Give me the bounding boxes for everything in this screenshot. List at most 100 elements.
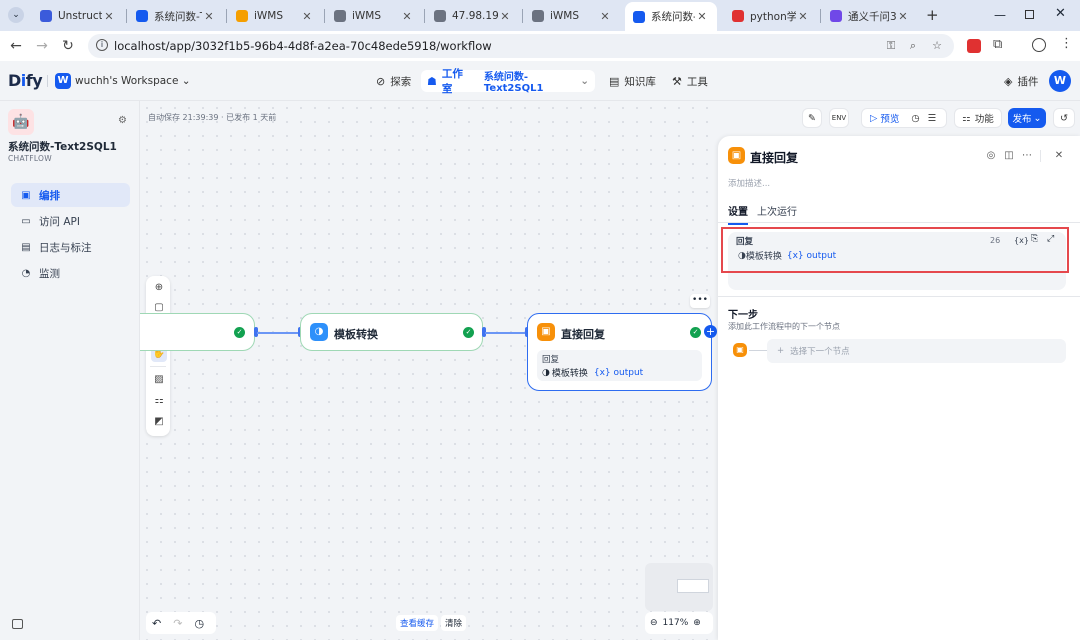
workflow-node-upstream[interactable]: ✓	[140, 313, 255, 351]
export-image-icon[interactable]: ▨	[151, 372, 167, 388]
palette-divider	[150, 366, 166, 367]
help-doc-icon[interactable]: ◫	[1003, 150, 1015, 162]
tab-favicon-icon	[830, 10, 842, 22]
history-icon[interactable]: ◷	[194, 617, 204, 630]
env-vars-button[interactable]: ✎	[802, 108, 822, 128]
app-settings-icon[interactable]: ⚙	[118, 115, 127, 126]
tab-close-icon[interactable]: ✕	[498, 10, 512, 23]
dify-logo[interactable]: Dify	[8, 71, 43, 90]
zoom-icon[interactable]: ⌕	[906, 39, 920, 53]
back-arrow-icon[interactable]: ←	[8, 38, 24, 54]
publish-button[interactable]: 发布 ⌄	[1008, 108, 1046, 128]
browser-tab[interactable]: iWMS ✕	[228, 4, 322, 28]
history-button[interactable]: ↺	[1053, 108, 1075, 128]
minimap[interactable]	[645, 563, 713, 611]
chevron-down-icon[interactable]: ⌄	[580, 75, 589, 87]
browser-tab[interactable]: iWMS ✕	[326, 4, 422, 28]
conversation-vars-button[interactable]: ENV	[829, 108, 849, 128]
forward-arrow-icon[interactable]: →	[34, 38, 50, 54]
add-node-icon[interactable]: ⊕	[151, 280, 167, 296]
workspace-badge[interactable]: W	[55, 73, 71, 89]
nav-plugins[interactable]: ◈ 插件	[998, 70, 1044, 92]
workflow-node-answer[interactable]: ▣ 直接回复 ✓ 回复 ◑ 模板转换 {x} output	[527, 313, 712, 391]
close-icon[interactable]: ✕	[1053, 150, 1065, 162]
list-icon[interactable]: ☰	[928, 113, 937, 124]
hammer-icon: ⚒	[672, 74, 682, 88]
nav-explore[interactable]: ⊘ 探索	[370, 70, 417, 92]
browser-tab[interactable]: python学习✕	[724, 4, 818, 28]
tab-close-icon[interactable]: ✕	[300, 10, 314, 23]
tab-close-icon[interactable]: ✕	[896, 10, 910, 23]
collapse-sidebar-icon[interactable]	[12, 619, 23, 629]
panel-title[interactable]: 直接回复	[750, 149, 798, 166]
tab-search-icon[interactable]: ⌄	[8, 7, 24, 23]
preview-button[interactable]: 预览	[880, 111, 899, 125]
profile-icon[interactable]	[1032, 38, 1046, 52]
nav-knowledge[interactable]: ▤ 知识库	[603, 70, 662, 92]
workflow-canvas[interactable]: 自动保存 21:39:39 · 已发布 1 天前 ✎ ENV ▷ 预览 ◷ ☰ …	[140, 101, 1075, 640]
organize-icon[interactable]: ⚏	[151, 393, 167, 409]
user-avatar[interactable]: W	[1049, 70, 1071, 92]
tab-title: 系统问数-Te	[651, 11, 695, 23]
tab-title: iWMS	[550, 10, 580, 22]
minimap-toggle-icon[interactable]: ◩	[151, 414, 167, 430]
browser-menu-icon[interactable]: ⋮	[1060, 36, 1073, 51]
run-step-icon[interactable]: ◎	[985, 150, 997, 162]
reload-icon[interactable]: ↻	[60, 38, 76, 54]
tab-close-icon[interactable]: ✕	[695, 10, 709, 23]
redo-icon[interactable]: ↷	[173, 617, 182, 630]
browser-tab[interactable]: iWMS ✕	[524, 4, 620, 28]
extension-red-icon[interactable]	[967, 39, 981, 53]
sidebar-item-logs[interactable]: ▤ 日志与标注	[11, 235, 130, 259]
browser-tab[interactable]: 系统问数-Te✕	[625, 2, 717, 31]
browser-tab[interactable]: Unstructure✕	[32, 4, 124, 28]
more-icon[interactable]: ⋯	[1021, 150, 1033, 162]
monitor-icon: ◔	[21, 267, 31, 279]
sidebar-item-orchestrate[interactable]: ▣ 编排	[11, 183, 130, 207]
tab-close-icon[interactable]: ✕	[400, 10, 414, 23]
tab-separator	[522, 9, 523, 23]
tab-last-run[interactable]: 上次运行	[757, 203, 797, 218]
node-more-icon[interactable]: •••	[690, 294, 710, 308]
book-icon: ▤	[609, 74, 620, 88]
browser-tab[interactable]: 47.98.191.3✕	[426, 4, 520, 28]
clear-button[interactable]: 清除	[441, 615, 467, 631]
extensions-puzzle-icon[interactable]: ⧉	[993, 37, 1002, 52]
workspace-switcher[interactable]: wuchh's Workspace ⌄	[75, 75, 191, 87]
tab-close-icon[interactable]: ✕	[102, 10, 116, 23]
tab-favicon-icon	[532, 10, 544, 22]
view-cache-button[interactable]: 查看缓存	[396, 615, 439, 631]
maximize-icon[interactable]	[1025, 10, 1034, 19]
sidebar-item-api[interactable]: ▭ 访问 API	[11, 209, 130, 233]
cache-bar: 查看缓存 清除	[396, 614, 467, 632]
tab-close-icon[interactable]: ✕	[202, 10, 216, 23]
nav-studio[interactable]: ☗ 工作室 系统问数-Text2SQL1 ⌄	[421, 68, 595, 95]
checklist-icon[interactable]: ◷	[911, 113, 919, 124]
select-next-node-button[interactable]: + 选择下一个节点	[767, 339, 1066, 363]
new-tab-button[interactable]: +	[926, 6, 939, 24]
bookmark-star-icon[interactable]: ☆	[930, 39, 944, 53]
zoom-in-icon[interactable]: ⊕	[693, 618, 701, 628]
browser-tab[interactable]: 通义千问3- ✕	[822, 4, 918, 28]
tab-close-icon[interactable]: ✕	[598, 10, 612, 23]
nav-tools[interactable]: ⚒ 工具	[666, 70, 714, 92]
zoom-out-icon[interactable]: ⊖	[650, 618, 658, 628]
minimize-icon[interactable]: —	[994, 8, 1006, 22]
close-window-icon[interactable]: ✕	[1055, 6, 1066, 21]
add-next-node-icon[interactable]: +	[704, 325, 717, 338]
zoom-level[interactable]: 117%	[663, 618, 689, 628]
sidebar-item-monitor[interactable]: ◔ 监测	[11, 261, 130, 285]
tab-favicon-icon	[732, 10, 744, 22]
key-icon[interactable]: ⚿	[884, 39, 898, 53]
description-input[interactable]: 添加描述...	[728, 177, 770, 189]
browser-tab[interactable]: 系统问数-Te✕	[128, 4, 224, 28]
undo-icon[interactable]: ↶	[152, 617, 161, 630]
current-app-selector[interactable]: 系统问数-Text2SQL1	[484, 68, 576, 94]
preview-group: ▷ 预览 ◷ ☰	[861, 108, 947, 128]
tab-favicon-icon	[633, 10, 645, 23]
site-info-icon[interactable]: i	[96, 39, 108, 51]
workflow-node-template[interactable]: ◑ 模板转换 ✓	[300, 313, 483, 351]
url-field[interactable]: i localhost/app/3032f1b5-96b4-4d8f-a2ea-…	[88, 34, 954, 58]
features-button[interactable]: ⚏ 功能	[954, 108, 1002, 128]
tab-close-icon[interactable]: ✕	[796, 10, 810, 23]
